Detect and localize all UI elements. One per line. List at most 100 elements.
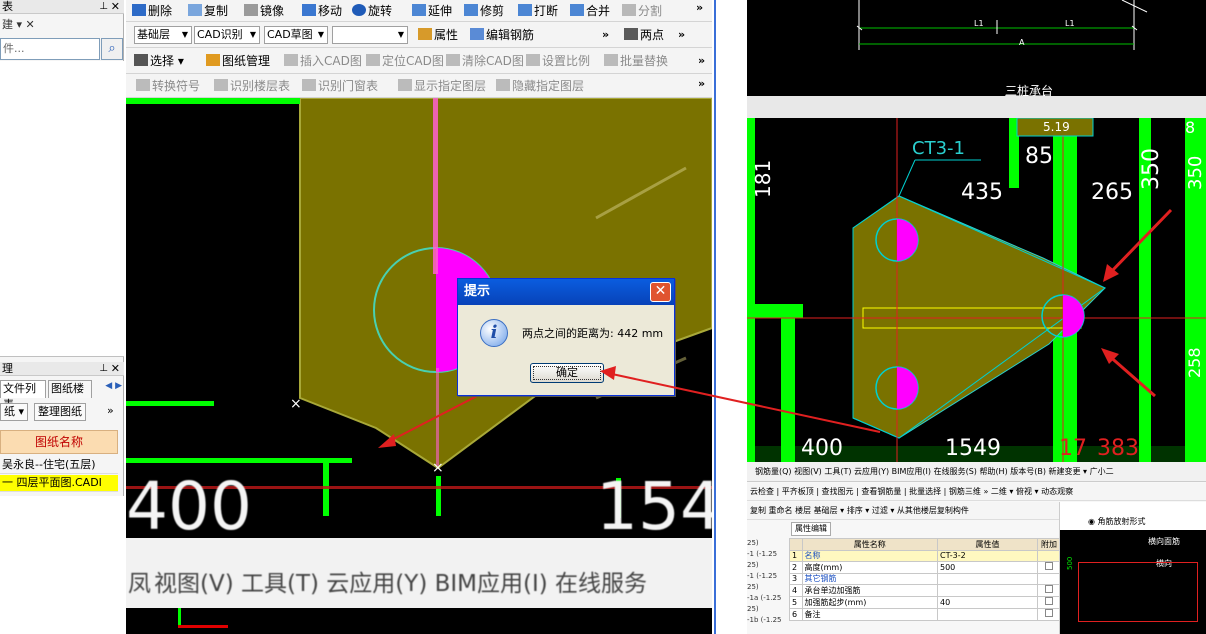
table-row: 3 其它钢筋 — [789, 573, 1061, 585]
insert-cad-button[interactable]: 插入CAD图 — [284, 48, 362, 73]
component-select[interactable]: ▼ — [332, 26, 408, 44]
identify-toolbar: 转换符号 识别楼层表 识别门窗表 显示指定图层 隐藏指定图层 » — [126, 74, 712, 98]
search-input[interactable]: 件... — [0, 38, 100, 60]
toolbar-more-button[interactable]: » — [698, 48, 705, 73]
close-icon[interactable]: ✕ — [650, 282, 671, 302]
move-icon — [302, 4, 316, 16]
mirror-icon — [244, 4, 258, 16]
identify-floor-table-button[interactable]: 识别楼层表 — [214, 74, 290, 97]
label-l1: L1 — [1065, 19, 1075, 28]
dim-181: 181 — [751, 159, 775, 198]
floor-select[interactable]: 基础层 ▼ — [134, 26, 192, 44]
copy-button[interactable]: 复制 — [188, 0, 228, 21]
batch-replace-icon — [604, 54, 618, 66]
label-a: A — [1019, 38, 1025, 47]
more-button[interactable]: » — [104, 403, 117, 421]
snap-marker: × — [290, 396, 302, 412]
toolbar-more-button-2[interactable]: » — [678, 22, 685, 47]
reference-drawing-main: CT3-1 181 85 350 350 435 265 400 1549 17… — [747, 118, 1206, 462]
checkbox[interactable] — [1045, 562, 1054, 570]
close-icon[interactable]: ✕ — [111, 362, 120, 376]
toolbar-more-button[interactable]: » — [602, 22, 609, 47]
locate-cad-button[interactable]: 定位CAD图 — [366, 48, 444, 73]
extend-button[interactable]: 延伸 — [412, 0, 452, 21]
cursor-icon — [134, 54, 148, 66]
dim-8: 8 — [1185, 118, 1196, 137]
batch-replace-button[interactable]: 批量替换 — [604, 48, 668, 73]
set-scale-button[interactable]: 设置比例 — [526, 48, 590, 73]
extend-icon — [412, 4, 426, 16]
toolbar-more-button[interactable]: » — [696, 0, 703, 16]
break-button[interactable]: 打断 — [518, 0, 558, 21]
split-button[interactable]: 分割 — [622, 0, 662, 21]
green-wall-line — [436, 476, 441, 516]
dim-265: 265 — [1091, 180, 1133, 205]
table-row[interactable]: 吴永良--住宅(五层) — [0, 457, 118, 474]
property-button[interactable]: 属性 — [418, 22, 458, 47]
merge-icon — [570, 4, 584, 16]
drawing-dropdown[interactable]: 纸 ▾ — [0, 403, 29, 421]
left-dock-panel: 表 ⊥ ✕ 建 ▾ ✕ 件... ⌕ 理 ⊥ ✕ 文件列表 图纸楼 ◀ ▶ 纸 … — [0, 0, 124, 634]
rebar-option-label: ◉ 角筋放射形式 — [1088, 517, 1146, 526]
trim-icon — [464, 4, 478, 16]
layer-toolbar: 基础层 ▼ CAD识别 ▼ CAD草图 ▼ ▼ 属性 编辑钢筋 » 两点 » — [126, 22, 712, 48]
two-points-button[interactable]: 两点 — [624, 22, 664, 47]
dialog-message: 两点之间的距离为: 442 mm — [522, 327, 664, 340]
identify-door-window-button[interactable]: 识别门窗表 — [302, 74, 378, 97]
table-row-selected[interactable]: 一 四层平面图.CADI — [0, 475, 118, 492]
pin-icon[interactable]: ⊥ — [99, 362, 108, 376]
show-layer-icon — [398, 79, 412, 91]
reference-drawing-top: L1 L1 A 三桩承台 — [747, 0, 1206, 108]
drawing-management-button[interactable]: 图纸管理 — [206, 48, 270, 73]
checkbox[interactable] — [1045, 585, 1054, 593]
clear-cad-button[interactable]: 清除CAD图 — [446, 48, 524, 73]
dim-1549: 1549 — [945, 436, 1001, 461]
panel-mini-toolbar[interactable]: 建 ▾ ✕ — [0, 15, 124, 35]
panel-empty-area — [0, 496, 124, 634]
zoomed-menu-lead: 凤 — [128, 571, 151, 597]
rotate-button[interactable]: 旋转 — [352, 0, 392, 21]
dialog-title: 提示 — [458, 279, 674, 305]
toolbar-more-button[interactable]: » — [698, 74, 705, 94]
checkbox[interactable] — [1045, 597, 1054, 605]
close-icon[interactable]: ✕ — [111, 0, 120, 14]
tab-drawing-floor[interactable]: 图纸楼 — [48, 380, 92, 398]
trim-button[interactable]: 修剪 — [464, 0, 504, 21]
delete-icon — [132, 4, 146, 16]
callout-label: CT3-1 — [912, 138, 965, 159]
mirror-button[interactable]: 镜像 — [244, 0, 284, 21]
dim-85: 85 — [1025, 144, 1053, 169]
dimension-154: 154 — [596, 468, 712, 545]
convert-symbol-button[interactable]: 转换符号 — [136, 74, 200, 97]
rebar-dim: 500 — [1066, 556, 1074, 570]
panel-tabs: 文件列表 图纸楼 ◀ ▶ — [0, 378, 124, 411]
reference-rebar-preview: ◉ 角筋放射形式 横向面筋 横向 500 — [1059, 502, 1206, 634]
tab-scroll-arrows-icon[interactable]: ◀ ▶ — [105, 381, 122, 391]
pin-icon[interactable]: ⊥ — [99, 0, 108, 14]
identify-door-window-icon — [302, 79, 316, 91]
move-button[interactable]: 移动 — [302, 0, 342, 21]
edit-rebar-icon — [470, 28, 484, 40]
edit-rebar-button[interactable]: 编辑钢筋 — [470, 22, 534, 47]
rebar-label: 横向面筋 — [1148, 537, 1180, 546]
panel-header-top: 表 ⊥ ✕ — [0, 0, 124, 14]
ok-button[interactable]: 确定 — [530, 363, 604, 383]
merge-button[interactable]: 合并 — [570, 0, 610, 21]
distance-message-dialog: 提示 ✕ i 两点之间的距离为: 442 mm 确定 — [457, 278, 675, 396]
cad-sketch-select[interactable]: CAD草图 ▼ — [264, 26, 328, 44]
cad-identify-select[interactable]: CAD识别 ▼ — [194, 26, 260, 44]
show-layer-button[interactable]: 显示指定图层 — [398, 74, 486, 97]
tab-file-list[interactable]: 文件列表 — [0, 380, 46, 411]
delete-button[interactable]: 删除 — [132, 0, 172, 21]
organize-drawings-button[interactable]: 整理图纸 — [34, 403, 86, 421]
zoomed-menu-text: 视图(V) 工具(T) 云应用(Y) BIM应用(I) 在线服务 — [154, 571, 648, 597]
rebar-preview-canvas: 横向面筋 横向 500 — [1060, 530, 1206, 634]
dimension-400: 400 — [126, 468, 252, 545]
search-icon[interactable]: ⌕ — [101, 38, 123, 60]
dim-17: 17 — [1059, 436, 1087, 461]
hide-layer-button[interactable]: 隐藏指定图层 — [496, 74, 584, 97]
select-button[interactable]: 选择 ▾ — [134, 48, 184, 73]
dim-519: 5.19 — [1043, 120, 1070, 134]
clear-cad-icon — [446, 54, 460, 66]
checkbox[interactable] — [1045, 609, 1054, 617]
